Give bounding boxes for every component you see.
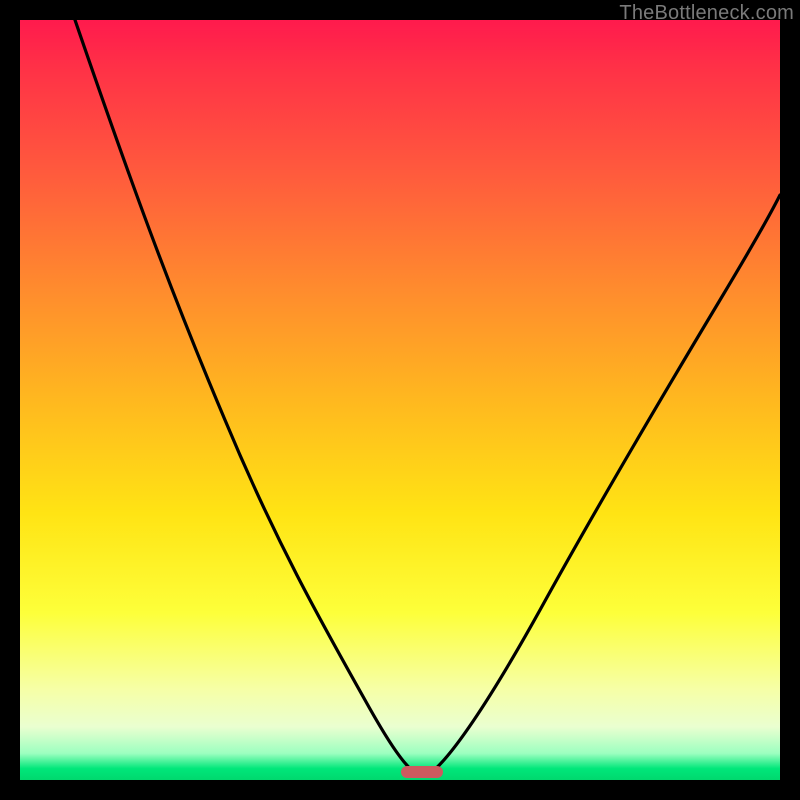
chart-frame xyxy=(20,20,780,780)
bottleneck-curve xyxy=(20,20,780,780)
plot-area xyxy=(20,20,780,780)
watermark-text: TheBottleneck.com xyxy=(619,2,794,25)
bottleneck-marker xyxy=(401,766,443,778)
